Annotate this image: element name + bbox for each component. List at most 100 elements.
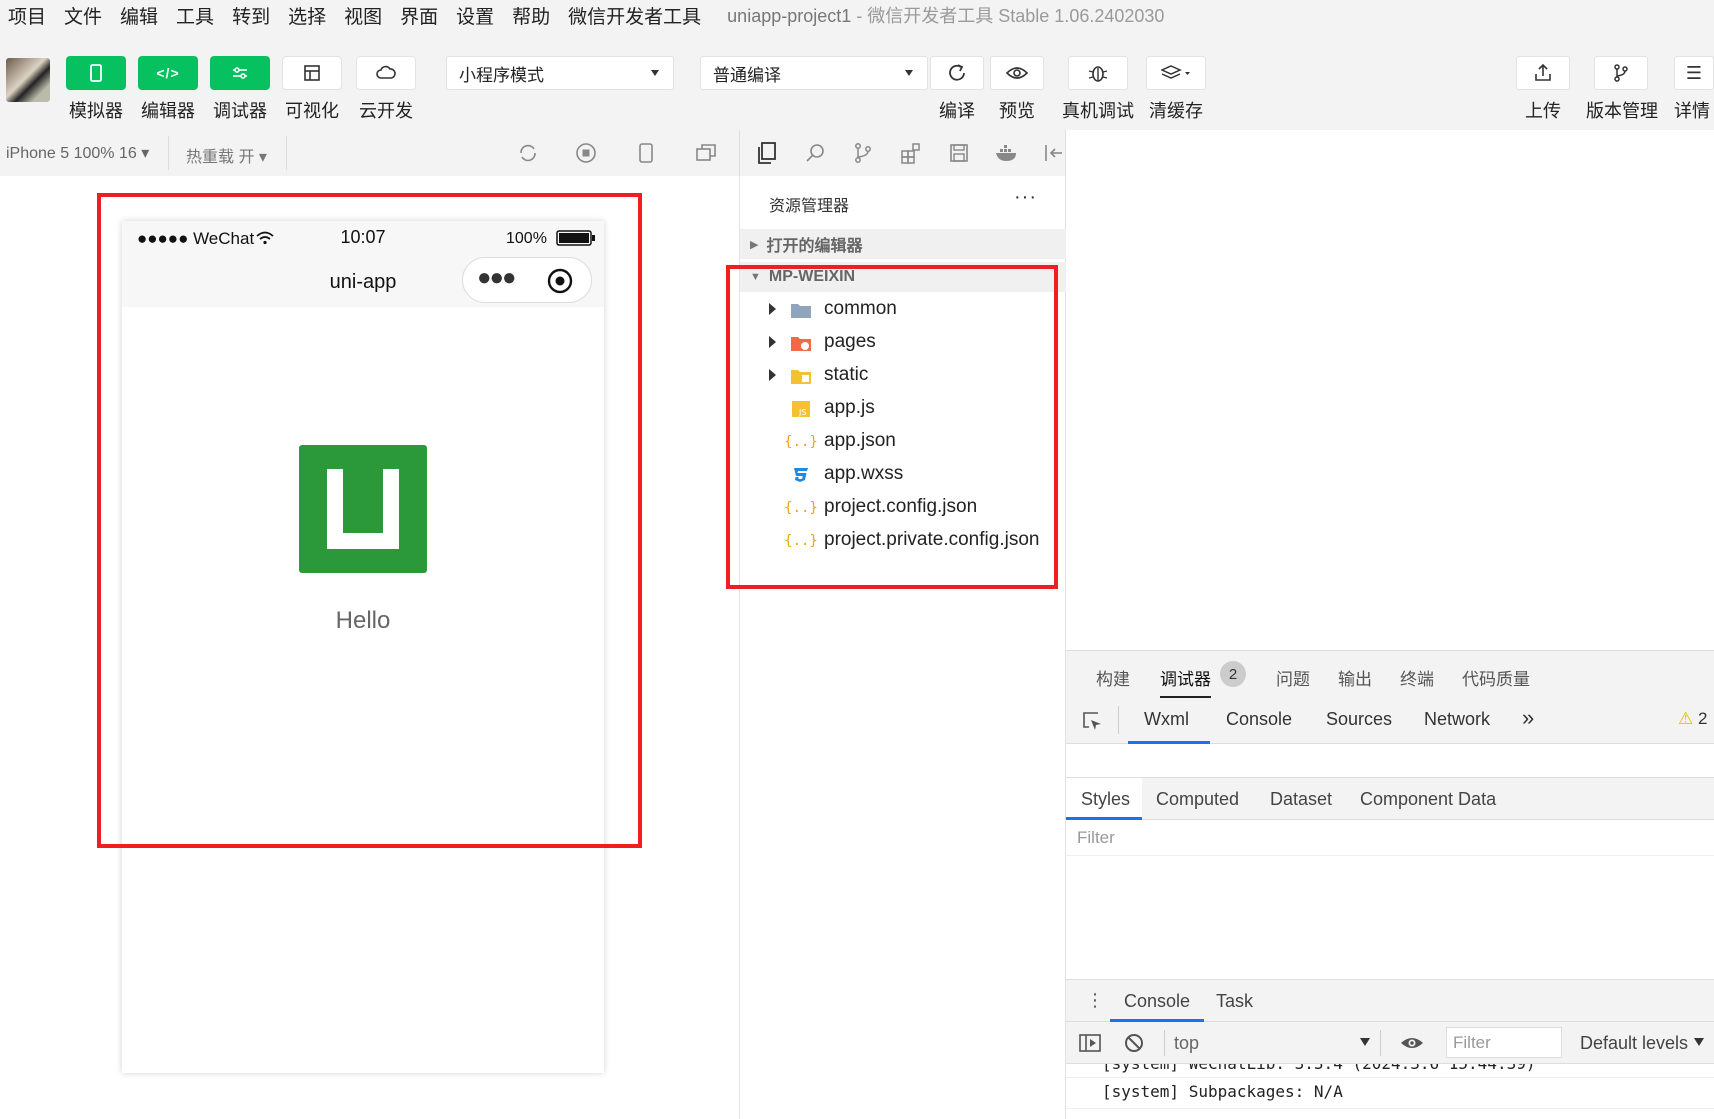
highlight-box-simulator — [97, 193, 642, 848]
explorer-activity-bar — [740, 130, 1066, 176]
inspect-element-icon[interactable] — [1080, 709, 1104, 738]
styles-filter-input[interactable]: Filter — [1066, 820, 1714, 856]
more-actions-icon[interactable]: ··· — [1014, 186, 1037, 209]
menu-devtools[interactable]: 微信开发者工具 — [560, 2, 709, 29]
real-debug-button[interactable] — [1068, 56, 1128, 90]
clear-cache-button[interactable] — [1146, 56, 1206, 90]
phone-icon — [90, 64, 102, 82]
preview-button[interactable] — [990, 56, 1044, 90]
tab-drawer-task[interactable]: Task — [1216, 991, 1253, 1012]
tab-styles[interactable]: Styles — [1081, 789, 1130, 810]
search-icon[interactable] — [802, 140, 828, 166]
log-levels-select[interactable]: Default levels — [1580, 1033, 1688, 1054]
files-icon[interactable] — [754, 140, 780, 166]
chevron-down-icon[interactable] — [1694, 1038, 1704, 1046]
eye-icon[interactable] — [1398, 1031, 1426, 1055]
branch-icon — [1614, 64, 1628, 82]
toolbar: 模拟器 </> 编辑器 调试器 可视化 云开发 小程序模式 普通编译 编译 预览… — [0, 30, 1714, 130]
tab-computed[interactable]: Computed — [1156, 789, 1239, 810]
menu-select[interactable]: 选择 — [280, 2, 334, 29]
details-button[interactable]: ☰ — [1674, 56, 1714, 90]
tab-network[interactable]: Network — [1424, 709, 1490, 730]
chevron-down-icon — [905, 70, 913, 76]
tab-problems[interactable]: 问题 — [1276, 665, 1310, 690]
kebab-menu-icon[interactable]: ⋮ — [1086, 990, 1104, 1011]
hot-reload-select[interactable]: 热重载 开 ▾ — [186, 143, 267, 167]
rotate-icon[interactable] — [516, 141, 540, 165]
chevron-right-icon: ▶ — [750, 238, 759, 251]
menu-help[interactable]: 帮助 — [504, 2, 558, 29]
visualize-button[interactable] — [282, 56, 342, 90]
compile-select[interactable]: 普通编译 — [700, 56, 928, 90]
menu-tools[interactable]: 工具 — [168, 2, 222, 29]
console-filter-input[interactable]: Filter — [1446, 1027, 1562, 1058]
extensions-icon[interactable] — [898, 140, 924, 166]
wxml-tree[interactable] — [1066, 744, 1714, 778]
menu-interface[interactable]: 界面 — [392, 2, 446, 29]
clear-cache-label: 清缓存 — [1149, 101, 1203, 121]
menu-view[interactable]: 视图 — [336, 2, 390, 29]
open-editors-section[interactable]: ▶ 打开的编辑器 — [740, 229, 1066, 259]
toggle-sidebar-icon[interactable] — [1078, 1031, 1102, 1055]
divider — [1164, 1030, 1165, 1056]
context-select[interactable]: top — [1174, 1033, 1199, 1054]
upload-label: 上传 — [1525, 101, 1561, 121]
save-icon[interactable] — [946, 140, 972, 166]
tab-terminal[interactable]: 终端 — [1400, 665, 1434, 690]
tab-build[interactable]: 构建 — [1096, 665, 1130, 690]
clear-console-icon[interactable] — [1122, 1031, 1146, 1055]
docker-icon[interactable] — [994, 140, 1020, 166]
real-debug-label: 真机调试 — [1062, 101, 1134, 121]
debugger-label: 调试器 — [213, 101, 267, 121]
phone-icon[interactable] — [634, 141, 658, 165]
tab-sources[interactable]: Sources — [1326, 709, 1392, 730]
upload-icon — [1535, 63, 1551, 81]
explorer-title: 资源管理器 — [769, 198, 850, 215]
upload-button[interactable] — [1516, 56, 1570, 90]
avatar[interactable] — [6, 58, 50, 102]
divider — [1066, 1077, 1714, 1078]
console-line: [system] WeChatLib: 3.3.4 (2024.3.6 15:4… — [1102, 1064, 1535, 1073]
detach-window-icon[interactable] — [694, 141, 718, 165]
tab-drawer-console[interactable]: Console — [1124, 991, 1190, 1012]
tab-dataset[interactable]: Dataset — [1270, 789, 1332, 810]
compile-button[interactable] — [930, 56, 984, 90]
editor-button[interactable]: </> — [138, 56, 198, 90]
warnings-counter[interactable]: ⚠ 2 — [1678, 709, 1707, 729]
tab-wxml[interactable]: Wxml — [1144, 709, 1189, 730]
tab-code-quality[interactable]: 代码质量 — [1462, 665, 1530, 690]
console-output[interactable]: [system] WeChatLib: 3.3.4 (2024.3.6 15:4… — [1066, 1064, 1714, 1119]
version-button[interactable] — [1594, 56, 1648, 90]
device-select[interactable]: iPhone 5 100% 16 ▾ — [6, 143, 149, 163]
devtools-panel-tabs: Wxml Console Sources Network » ⚠ 2 — [1066, 698, 1714, 744]
styles-tabs: Styles Computed Dataset Component Data — [1066, 778, 1714, 820]
warning-icon: ⚠ — [1678, 709, 1694, 728]
cloud-button[interactable] — [356, 56, 416, 90]
debugger-button[interactable] — [210, 56, 270, 90]
mode-select[interactable]: 小程序模式 — [446, 56, 674, 90]
highlight-box-explorer — [726, 265, 1058, 589]
tab-debugger[interactable]: 调试器 — [1160, 665, 1211, 698]
collapse-panel-icon[interactable] — [1040, 140, 1066, 166]
menu-goto[interactable]: 转到 — [224, 2, 278, 29]
warnings-count: 2 — [1697, 709, 1708, 728]
chevron-down-icon[interactable] — [1360, 1038, 1370, 1046]
layers-icon — [1161, 65, 1190, 79]
devtools-top-tabs: 构建 调试器 2 问题 输出 终端 代码质量 — [1066, 650, 1714, 698]
cloud-icon — [376, 65, 396, 79]
editor-area[interactable] — [1066, 130, 1714, 650]
tab-console[interactable]: Console — [1226, 709, 1292, 730]
stop-icon[interactable] — [574, 141, 598, 165]
menu-project[interactable]: 项目 — [0, 2, 54, 29]
simulator-button[interactable] — [66, 56, 126, 90]
more-tabs-icon[interactable]: » — [1522, 705, 1534, 731]
details-label: 详情 — [1674, 101, 1710, 121]
menu-settings[interactable]: 设置 — [448, 2, 502, 29]
menu-file[interactable]: 文件 — [56, 2, 110, 29]
tab-output[interactable]: 输出 — [1338, 665, 1372, 690]
simulator-label: 模拟器 — [69, 101, 123, 121]
menu-edit[interactable]: 编辑 — [112, 2, 166, 29]
compile-select-value: 普通编译 — [713, 65, 781, 85]
source-control-icon[interactable] — [850, 140, 876, 166]
tab-component-data[interactable]: Component Data — [1360, 789, 1496, 810]
